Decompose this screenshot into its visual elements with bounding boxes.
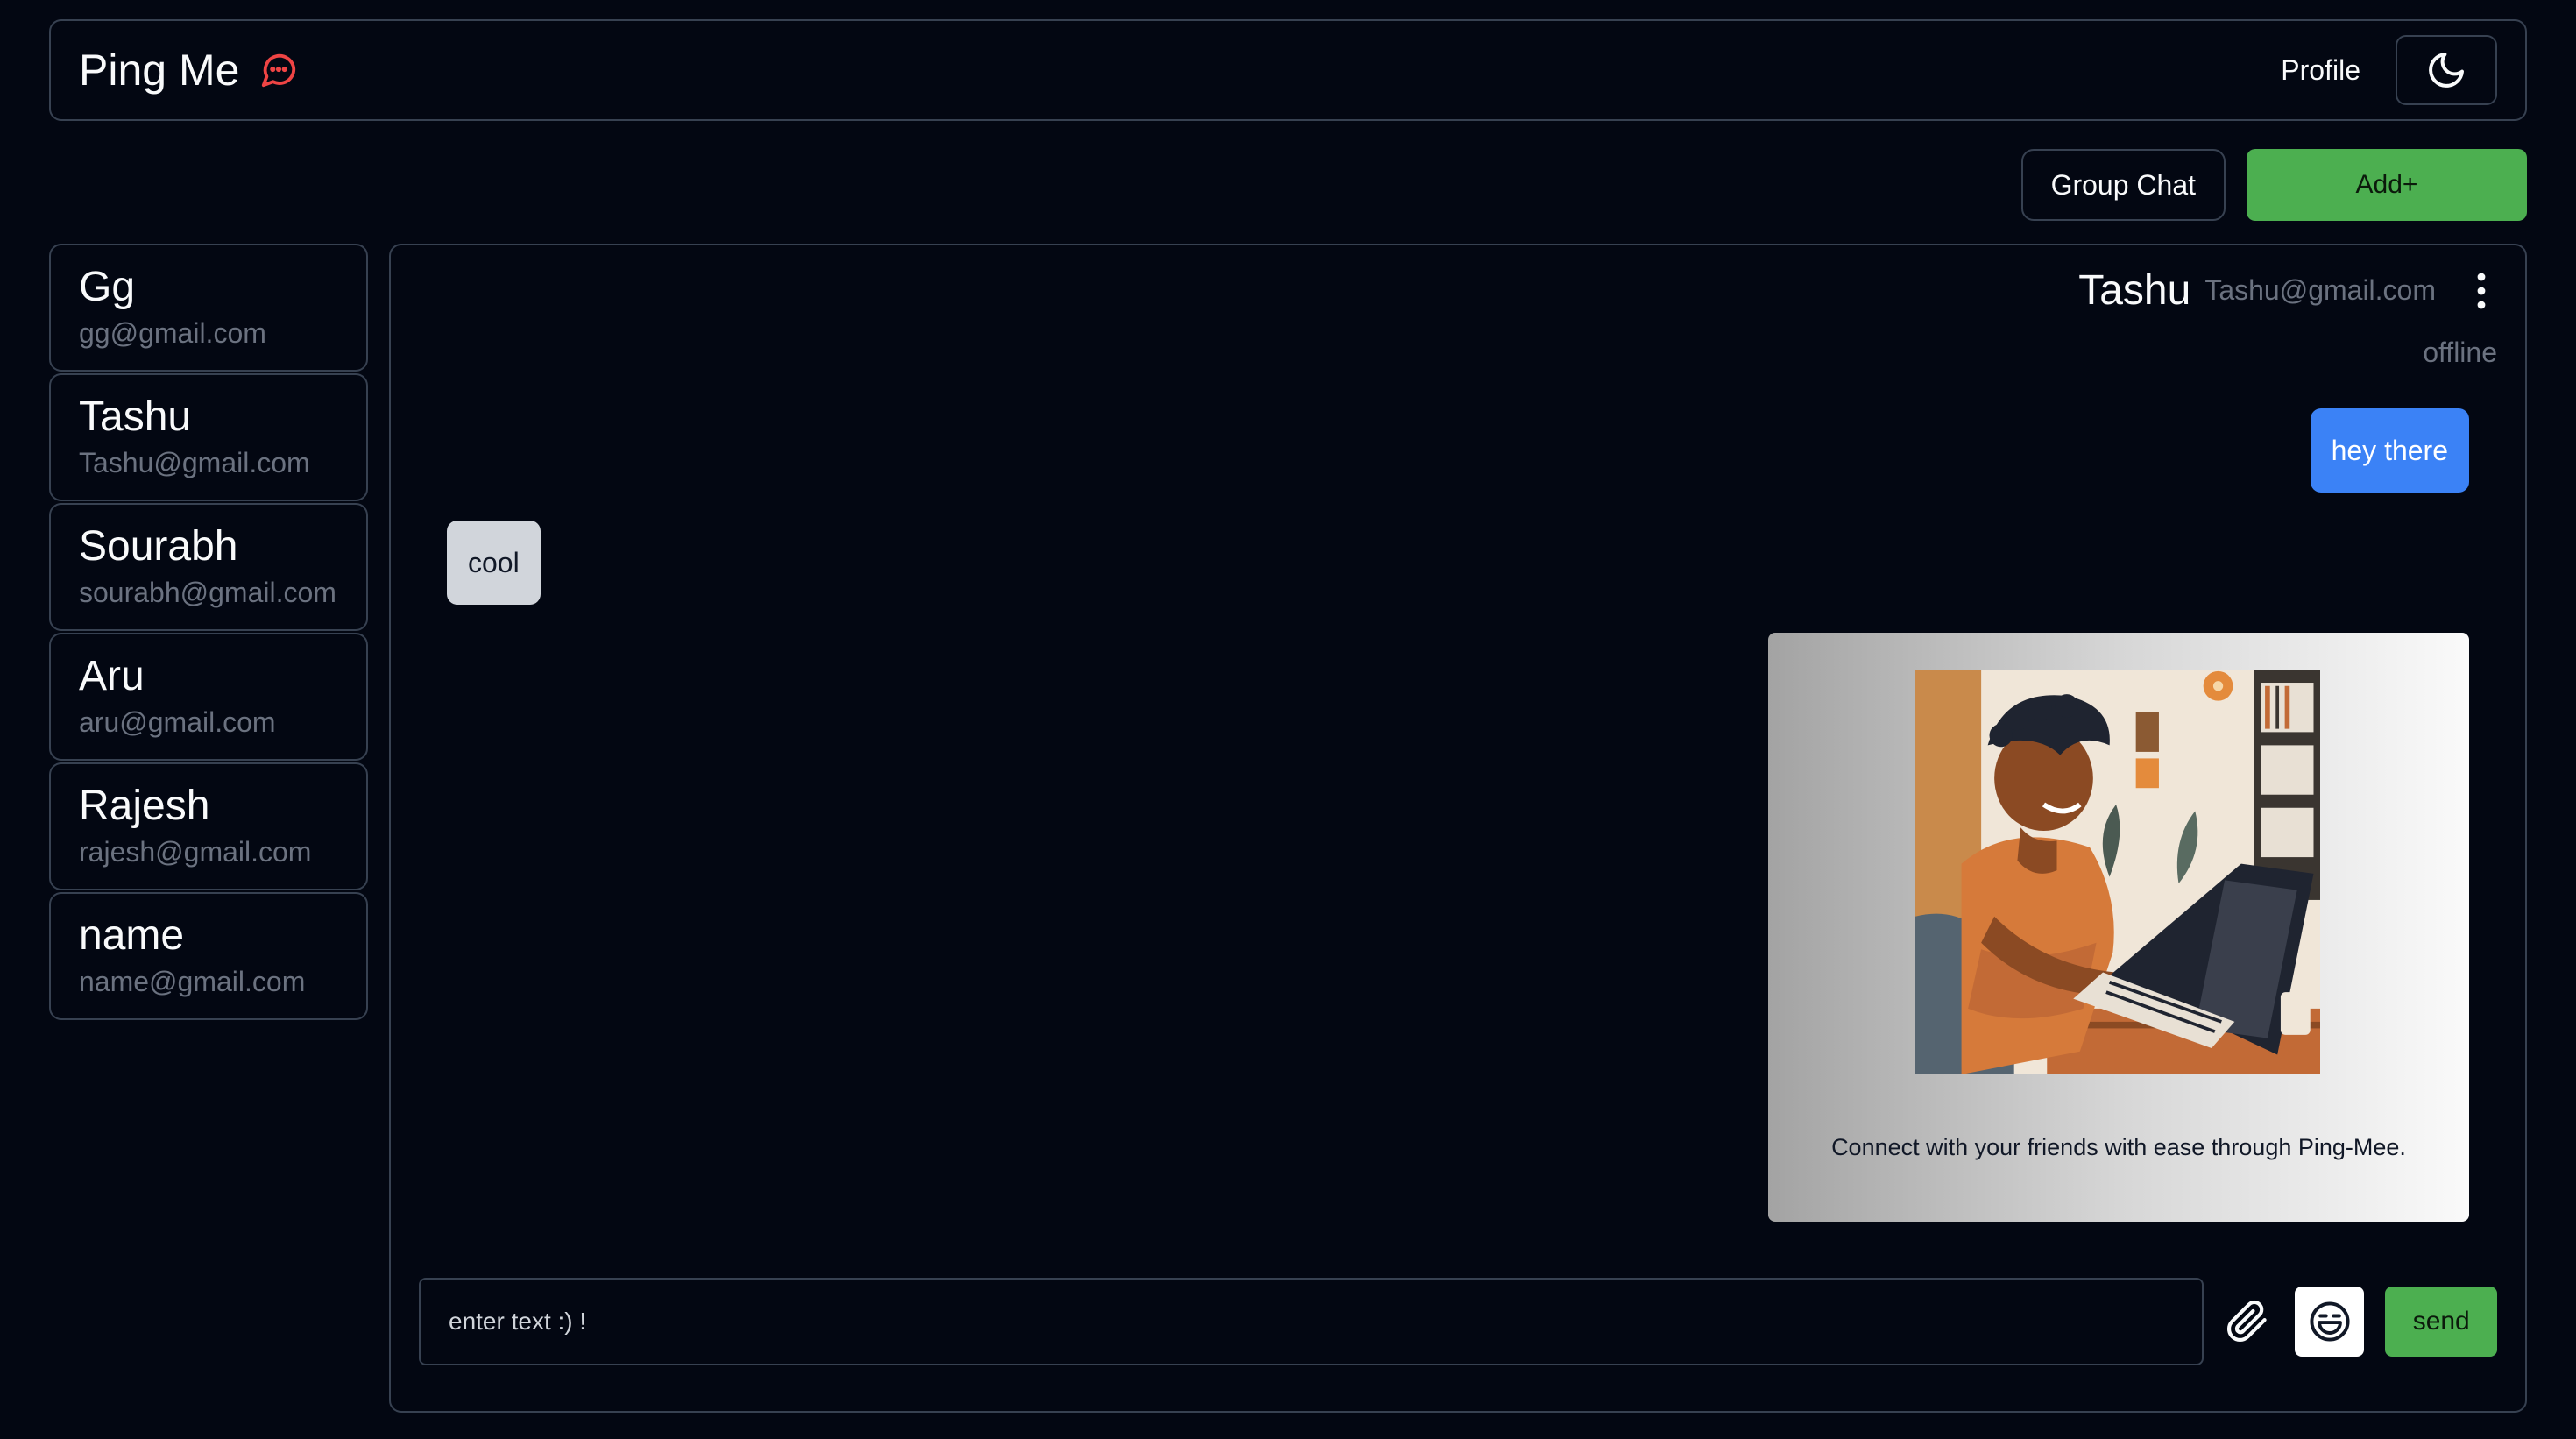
header-right: Profile [2281, 35, 2497, 105]
profile-link[interactable]: Profile [2281, 54, 2360, 87]
contact-email: rajesh@gmail.com [79, 836, 312, 868]
message-composer: send [419, 1278, 2497, 1365]
contact-item[interactable]: Rajesh rajesh@gmail.com [49, 762, 368, 890]
contact-item[interactable]: Tashu Tashu@gmail.com [49, 373, 368, 501]
contact-list: Gg gg@gmail.com Tashu Tashu@gmail.com So… [49, 244, 368, 1022]
chat-panel: Tashu Tashu@gmail.com offline hey there … [389, 244, 2527, 1413]
contact-email: name@gmail.com [79, 966, 306, 997]
contact-name: name [79, 912, 185, 959]
contact-item[interactable]: Gg gg@gmail.com [49, 244, 368, 372]
contact-item[interactable]: Aru aru@gmail.com [49, 633, 368, 761]
moon-icon [2429, 53, 2464, 88]
chat-user-email: Tashu@gmail.com [2204, 274, 2436, 306]
top-actions: Group Chat Add+ [2020, 149, 2527, 221]
image-message[interactable]: Connect with your friends with ease thro… [1768, 633, 2469, 1222]
contact-email: gg@gmail.com [79, 317, 266, 349]
send-button[interactable]: send [2385, 1287, 2497, 1357]
contact-name: Sourabh [79, 523, 238, 570]
attach-button[interactable] [2223, 1297, 2272, 1346]
contact-name: Tashu [79, 393, 192, 440]
image-caption: Connect with your friends with ease thro… [1831, 1134, 2406, 1160]
chat-user-name: Tashu [2078, 267, 2191, 314]
contact-name: Rajesh [79, 783, 210, 829]
contact-item[interactable]: name name@gmail.com [49, 892, 368, 1020]
paperclip-icon [2226, 1300, 2267, 1342]
emoji-icon [2310, 1301, 2350, 1342]
emoji-button[interactable] [2294, 1287, 2365, 1357]
contact-email: Tashu@gmail.com [79, 447, 310, 478]
chat-header: Tashu Tashu@gmail.com [2078, 266, 2499, 315]
theme-toggle-button[interactable] [2396, 35, 2497, 105]
outgoing-message: hey there [2310, 408, 2469, 493]
add-button[interactable]: Add+ [2247, 149, 2527, 221]
chat-bubble-icon [258, 50, 299, 90]
app-title: Ping Me [79, 46, 240, 95]
chat-status: offline [2423, 337, 2497, 368]
app-header: Ping Me Profile [49, 19, 2527, 121]
message-input[interactable] [419, 1278, 2204, 1365]
contact-email: aru@gmail.com [79, 706, 276, 738]
brand[interactable]: Ping Me [79, 45, 299, 96]
contact-name: Gg [79, 264, 136, 310]
contact-item[interactable]: Sourabh sourabh@gmail.com [49, 503, 368, 631]
incoming-message: cool [447, 521, 541, 605]
contact-email: sourabh@gmail.com [79, 577, 336, 608]
group-chat-button[interactable]: Group Chat [2020, 149, 2226, 221]
kebab-menu-icon[interactable] [2464, 268, 2499, 314]
illustration-image [1915, 670, 2320, 1074]
contact-name: Aru [79, 653, 145, 699]
